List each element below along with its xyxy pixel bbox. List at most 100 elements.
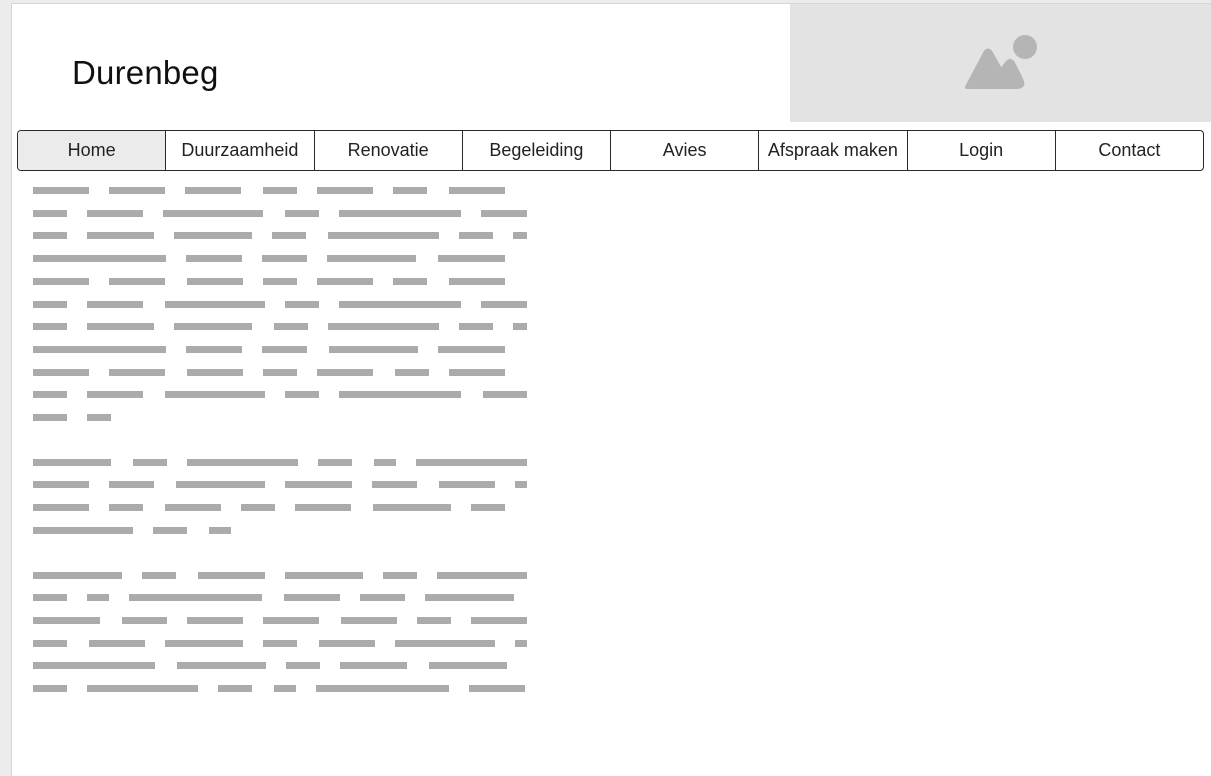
placeholder-text-line [438,255,505,263]
placeholder-text-line [165,639,243,647]
placeholder-text-line [316,685,449,692]
placeholder-text-line [429,662,507,670]
placeholder-text-line [417,616,451,624]
placeholder-text-line [481,300,527,308]
placeholder-text-line [109,504,143,512]
placeholder-text-line [285,571,363,579]
placeholder-text-line [327,255,416,263]
placeholder-text-line [383,571,417,579]
nav-item-afspraak-maken[interactable]: Afspraak maken [759,131,908,170]
placeholder-text-line [33,685,67,692]
placeholder-text-line [33,458,111,466]
placeholder-text-line [186,255,242,263]
placeholder-text-line [459,323,493,331]
placeholder-text-line [109,368,165,376]
placeholder-text-line [165,504,221,512]
nav-item-duurzaamheid[interactable]: Duurzaamheid [166,131,315,170]
placeholder-text-line [165,300,265,308]
nav-item-home[interactable]: Home [18,131,167,170]
placeholder-text-line [33,414,67,421]
placeholder-text-line [416,458,527,466]
placeholder-text-line [471,616,527,624]
placeholder-text-line [185,187,241,194]
placeholder-text-line [272,232,306,240]
nav-item-contact[interactable]: Contact [1056,131,1203,170]
placeholder-text-line [33,277,89,285]
placeholder-text-line [295,504,351,512]
placeholder-text-line [33,571,122,579]
placeholder-text-line [483,391,527,399]
placeholder-text-line [481,209,527,217]
placeholder-text-line [263,277,297,285]
placeholder-text-line [285,300,319,308]
placeholder-text-line [319,639,375,647]
placeholder-text-line [129,594,262,602]
placeholder-text-line [360,594,405,602]
placeholder-text-line [395,368,429,376]
placeholder-text-line [33,526,133,534]
placeholder-text-line [515,481,527,489]
placeholder-text-line [459,232,493,240]
placeholder-text-line [33,232,67,240]
placeholder-text-line [328,323,439,331]
page: Durenbeg Home Duurzaamheid Renovatie Begele… [11,3,1211,776]
placeholder-text-line [87,323,154,331]
placeholder-text-line [33,481,89,489]
placeholder-text-line [109,481,154,489]
placeholder-text-line [33,187,89,194]
nav-item-begeleiding[interactable]: Begeleiding [463,131,611,170]
placeholder-text-line [165,391,265,399]
placeholder-text-line [87,594,109,602]
site-title: Durenbeg [72,54,219,91]
placeholder-text-line [163,209,263,217]
main-navigation: Home Duurzaamheid Renovatie Begeleiding Avie… [17,130,1204,171]
placeholder-text-line [109,277,165,285]
placeholder-text-line [89,639,145,647]
nav-item-renovatie[interactable]: Renovatie [315,131,463,170]
placeholder-text-line [317,277,373,285]
nav-item-avies[interactable]: Avies [611,131,760,170]
placeholder-text-line [449,277,505,285]
placeholder-text-line [33,368,89,376]
placeholder-text-line [87,232,154,240]
placeholder-text-line [87,300,143,308]
placeholder-text-line [263,639,297,647]
placeholder-text-line [469,685,525,692]
placeholder-text-line [274,323,308,331]
placeholder-text-line [262,345,307,353]
image-placeholder-icon [965,35,1037,89]
placeholder-text-line [33,323,67,331]
placeholder-text-line [263,187,297,194]
placeholder-text-line [33,504,89,512]
placeholder-text-line [187,616,243,624]
placeholder-text-line [373,504,451,512]
placeholder-text-line [328,232,439,240]
placeholder-text-line [33,255,166,263]
placeholder-text-line [374,458,396,466]
placeholder-text-line [341,616,397,624]
placeholder-text-line [471,504,505,512]
placeholder-text-line [439,481,495,489]
placeholder-text-line [438,345,505,353]
placeholder-text-line [318,458,352,466]
placeholder-text-line [339,391,461,399]
placeholder-text-line [176,481,265,489]
placeholder-text-line [187,458,298,466]
placeholder-text-line [372,481,417,489]
placeholder-text-line [339,209,461,217]
placeholder-text-line [329,345,418,353]
placeholder-text-line [153,526,187,534]
placeholder-text-line [339,300,461,308]
placeholder-text-line [209,526,231,534]
placeholder-text-line [515,639,527,647]
placeholder-text-line [33,345,166,353]
placeholder-text-line [87,414,111,421]
placeholder-text-line [284,594,340,602]
placeholder-text-line [33,209,67,217]
placeholder-text-line [142,571,176,579]
placeholder-text-line [449,187,505,194]
nav-item-login[interactable]: Login [908,131,1056,170]
placeholder-text-line [218,685,252,692]
placeholder-text-line [198,571,265,579]
placeholder-text-line [513,323,527,331]
